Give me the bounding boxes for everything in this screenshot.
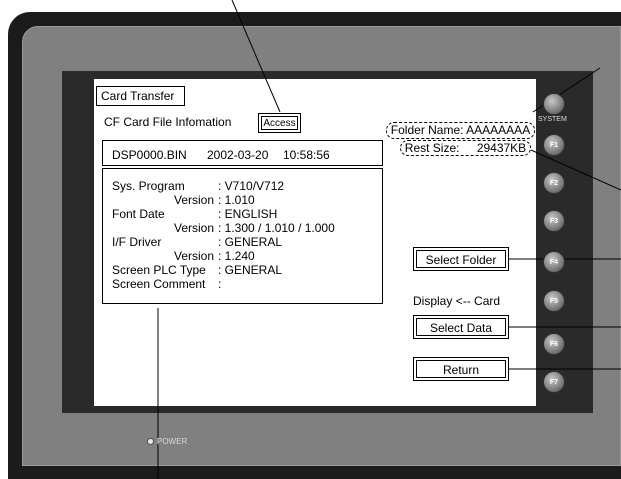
leader-line-access <box>231 0 281 113</box>
detail-value: : 1.300 / 1.010 / 1.000 <box>218 221 335 235</box>
display-direction: Display <-- Card <box>413 294 500 308</box>
return-button[interactable]: Return <box>413 357 509 381</box>
detail-label: I/F Driver <box>112 235 162 249</box>
f1-key[interactable]: F1 <box>543 134 565 156</box>
file-name: DSP0000.BIN <box>112 148 187 162</box>
direction-arrow: <-- <box>455 294 471 308</box>
detail-label: Sys. Program <box>112 179 185 193</box>
select-data-button[interactable]: Select Data <box>413 315 509 339</box>
f6-key[interactable]: F6 <box>543 333 565 355</box>
detail-label: Version <box>174 249 215 263</box>
window-title: Card Transfer <box>96 86 185 106</box>
folder-name: Folder Name: AAAAAAAA <box>386 122 535 139</box>
detail-value: : V710/V712 <box>218 179 285 193</box>
file-time: 10:58:56 <box>283 148 330 162</box>
info-header: CF Card File Infomation <box>104 115 232 129</box>
detail-label: Screen PLC Type <box>112 263 206 277</box>
card-label: Card <box>474 294 501 308</box>
detail-value: : 1.010 <box>218 193 255 207</box>
f7-key[interactable]: F7 <box>543 371 565 393</box>
detail-label: Font Date <box>112 207 165 221</box>
detail-value: : ENGLISH <box>218 207 278 221</box>
detail-value: : GENERAL <box>218 235 283 249</box>
select-folder-button[interactable]: Select Folder <box>413 247 509 271</box>
display-label: Display <box>413 294 453 308</box>
f2-key[interactable]: F2 <box>543 172 565 194</box>
system-label: SYSTEM <box>538 116 567 123</box>
f5-key[interactable]: F5 <box>543 290 565 312</box>
rest-size: Rest Size: 29437KB <box>400 140 531 156</box>
file-date: 2002-03-20 <box>207 148 269 162</box>
rest-size-value: 29437KB <box>476 141 527 155</box>
detail-value: : GENERAL <box>218 263 283 277</box>
detail-label: Screen Comment <box>112 277 206 291</box>
power-label: POWER <box>157 437 188 446</box>
rest-size-label: Rest Size: <box>404 141 460 155</box>
file-line-box: DSP0000.BIN 2002-03-20 10:58:56 <box>102 140 383 166</box>
file-detail-box: Sys. Program : V710/V712 Version : 1.010… <box>102 168 383 304</box>
f3-key[interactable]: F3 <box>543 210 565 232</box>
access-button[interactable]: Access <box>258 113 301 133</box>
detail-label: Version <box>174 193 215 207</box>
detail-value: : 1.240 <box>218 249 255 263</box>
detail-value: : <box>218 277 222 291</box>
f4-key[interactable]: F4 <box>543 251 565 273</box>
power-led-icon <box>147 438 154 445</box>
detail-label: Version <box>174 221 215 235</box>
system-key[interactable] <box>543 93 565 115</box>
